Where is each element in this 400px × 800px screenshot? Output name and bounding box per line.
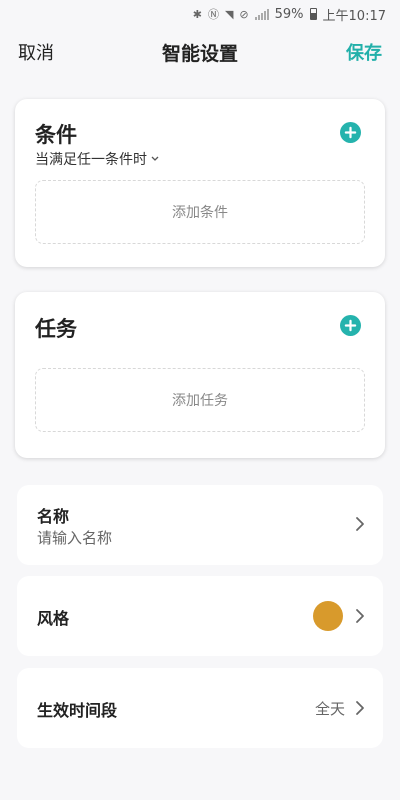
name-input[interactable]: 请输入名称 — [37, 527, 112, 548]
plus-icon — [344, 319, 357, 332]
top-nav: 取消 智能设置 保存 — [0, 34, 400, 70]
clock: 上午10:17 — [322, 8, 386, 24]
match-mode-dropdown[interactable]: 当满足任一条件时 — [35, 149, 159, 169]
nfc-icon: Ⓝ — [207, 8, 219, 21]
name-row[interactable]: 名称 请输入名称 — [17, 485, 383, 565]
condition-title: 条件 — [35, 123, 77, 147]
mobile-data-off-icon: ⊘ — [239, 7, 249, 21]
add-condition-box[interactable]: 添加条件 — [35, 180, 365, 244]
condition-card: 条件 当满足任一条件时 添加条件 — [15, 99, 385, 267]
save-button[interactable]: 保存 — [346, 39, 382, 65]
signal-icon — [254, 8, 269, 20]
add-condition-button[interactable] — [340, 122, 361, 143]
cancel-button[interactable]: 取消 — [18, 39, 54, 65]
status-bar: ✱ Ⓝ ◥ ⊘ 59% 上午10:17 — [0, 0, 400, 28]
battery-percent: 59% — [274, 6, 304, 22]
bluetooth-icon: ✱ — [192, 7, 202, 21]
active-time-row[interactable]: 生效时间段 全天 — [17, 668, 383, 748]
active-time-value: 全天 — [314, 700, 345, 718]
style-label: 风格 — [37, 609, 70, 628]
plus-icon — [344, 126, 357, 139]
style-color-swatch[interactable] — [313, 601, 343, 631]
style-row[interactable]: 风格 — [17, 576, 383, 656]
chevron-down-icon — [151, 156, 159, 161]
chevron-right-icon — [356, 609, 364, 623]
battery-icon — [309, 8, 317, 20]
wifi-icon: ◥ — [224, 7, 234, 21]
add-task-box[interactable]: 添加任务 — [35, 368, 365, 432]
chevron-right-icon — [356, 517, 364, 531]
match-mode-label: 当满足任一条件时 — [35, 152, 147, 168]
add-task-label: 添加任务 — [172, 393, 228, 409]
add-task-button[interactable] — [340, 315, 361, 336]
page-title: 智能设置 — [161, 42, 239, 65]
active-time-label: 生效时间段 — [37, 701, 118, 720]
name-label: 名称 — [37, 507, 70, 526]
chevron-right-icon — [356, 701, 364, 715]
add-condition-label: 添加条件 — [172, 205, 228, 221]
task-card: 任务 添加任务 — [15, 292, 385, 458]
task-title: 任务 — [35, 317, 77, 341]
